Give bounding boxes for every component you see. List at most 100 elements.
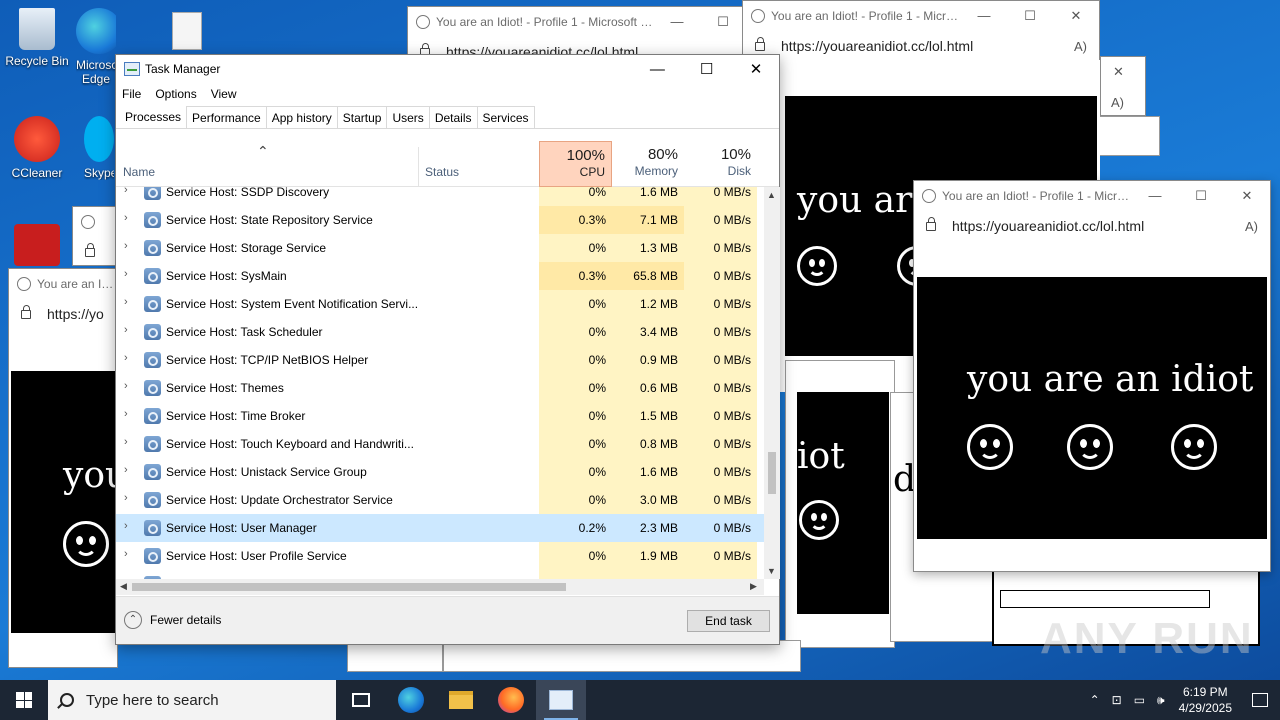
tab-processes[interactable]: Processes xyxy=(119,104,188,128)
minimize-button[interactable]: — xyxy=(961,8,1007,24)
address-bar[interactable]: https://youareanidiot.cc/lol.html xyxy=(952,218,1245,234)
menu-file[interactable]: File xyxy=(122,87,141,101)
table-row[interactable]: › Service Host: Storage Service 0% 1.3 MB 0 … xyxy=(116,234,764,262)
tab-performance[interactable]: Performance xyxy=(186,106,267,128)
table-row[interactable]: › Service Host: User Profile Service 0% 1.9… xyxy=(116,542,764,570)
maximize-button[interactable]: ☐ xyxy=(1007,8,1053,24)
volume-icon[interactable]: 🕪 xyxy=(1157,693,1165,708)
minimize-button[interactable]: — xyxy=(654,14,700,30)
clock[interactable]: 6:19 PM 4/29/2025 xyxy=(1179,684,1232,716)
vertical-scrollbar[interactable]: ▲ ▼ xyxy=(764,187,780,579)
shortcut-label: Recycle Bin xyxy=(5,54,69,68)
table-row[interactable]: › Service Host: State Repository Service 0… xyxy=(116,206,764,234)
firefox-button[interactable] xyxy=(486,680,536,720)
task-view-button[interactable] xyxy=(336,680,386,720)
expand-chevron-icon[interactable]: › xyxy=(124,520,128,532)
expand-chevron-icon[interactable]: › xyxy=(124,187,128,196)
tab-users[interactable]: Users xyxy=(386,106,430,128)
table-row[interactable]: › Service Host: Unistack Service Group 0% 1… xyxy=(116,458,764,486)
browser-window[interactable]: You are an Idiot https://yo you xyxy=(8,268,118,668)
maximize-button[interactable]: ☐ xyxy=(1178,188,1224,204)
tab-startup[interactable]: Startup xyxy=(336,106,388,128)
table-row[interactable]: › Service Host: TCP/IP NetBIOS Helper 0% 0.… xyxy=(116,346,764,374)
end-task-button[interactable]: End task xyxy=(687,610,770,632)
expand-chevron-icon[interactable]: › xyxy=(124,408,128,420)
minimize-button[interactable]: — xyxy=(1132,188,1178,204)
address-bar[interactable]: https://yo xyxy=(47,306,105,322)
cpu-value: 0.2% xyxy=(539,514,612,542)
column-disk[interactable]: 10% Disk xyxy=(684,141,757,187)
expand-chevron-icon[interactable]: › xyxy=(124,352,128,364)
address-bar[interactable]: https://youareanidiot.cc/lol.html xyxy=(781,38,1074,54)
table-row[interactable]: › Service Host: SysMain 0.3% 65.8 MB 0 MB/s xyxy=(116,262,764,290)
file-icon[interactable] xyxy=(172,12,202,50)
scroll-thumb[interactable] xyxy=(132,583,566,591)
expand-chevron-icon[interactable]: › xyxy=(124,296,128,308)
ccleaner-shortcut[interactable]: CCleaner xyxy=(0,116,74,180)
skype-shortcut[interactable]: Skype xyxy=(84,116,114,180)
task-manager-window[interactable]: Task Manager — ☐ ✕ File Options View Pro… xyxy=(115,54,780,645)
table-row[interactable]: › Service Host: Themes 0% 0.6 MB 0 MB/s xyxy=(116,374,764,402)
expand-chevron-icon[interactable]: › xyxy=(124,324,128,336)
minimize-button[interactable]: — xyxy=(634,61,680,78)
memory-value: 1.9 MB xyxy=(612,542,684,570)
expand-chevron-icon[interactable]: › xyxy=(124,212,128,224)
menu-options[interactable]: Options xyxy=(155,87,196,101)
table-row-selected[interactable]: › Service Host: User Manager 0.2% 2.3 MB 0 M… xyxy=(116,514,764,542)
notification-button[interactable] xyxy=(1240,680,1280,720)
column-cpu[interactable]: 100% CPU xyxy=(539,141,612,187)
table-row[interactable]: › Service Host: Touch Keyboard and Handwr… xyxy=(116,430,764,458)
browser-window[interactable]: iot xyxy=(797,392,889,614)
chevron-up-icon[interactable]: ⌃ xyxy=(1090,693,1100,707)
table-row[interactable]: › Service Host: System Event Notification… xyxy=(116,290,764,318)
browser-window[interactable]: ✕ A) xyxy=(1100,56,1146,116)
scroll-left-arrow-icon[interactable]: ◀ xyxy=(120,581,127,592)
expand-chevron-icon[interactable]: › xyxy=(124,380,128,392)
close-button[interactable]: ✕ xyxy=(733,60,779,78)
security-icon[interactable]: ⊡ xyxy=(1112,693,1122,707)
scroll-down-arrow-icon[interactable]: ▼ xyxy=(767,566,776,576)
table-row[interactable]: › Service Host: Update Orchestrator Servi… xyxy=(116,486,764,514)
expand-chevron-icon[interactable]: › xyxy=(124,240,128,252)
maximize-button[interactable]: ☐ xyxy=(700,14,746,30)
tab-services[interactable]: Services xyxy=(476,106,535,128)
read-aloud-icon[interactable]: A) xyxy=(1245,219,1258,234)
maximize-button[interactable]: ☐ xyxy=(684,60,730,78)
expand-chevron-icon[interactable]: › xyxy=(124,268,128,280)
scroll-thumb[interactable] xyxy=(768,452,776,494)
close-button[interactable]: ✕ xyxy=(1113,64,1124,80)
tab-details[interactable]: Details xyxy=(428,106,478,128)
table-row[interactable]: › Service Host: Task Scheduler 0% 3.4 MB 0 M… xyxy=(116,318,764,346)
scroll-up-arrow-icon[interactable]: ▲ xyxy=(767,190,776,200)
scroll-right-arrow-icon[interactable]: ▶ xyxy=(750,581,757,592)
file-explorer-button[interactable] xyxy=(436,680,486,720)
expand-chevron-icon[interactable]: › xyxy=(124,464,128,476)
task-manager-taskbar-button[interactable] xyxy=(536,680,586,720)
title-bar[interactable]: Task Manager — ☐ ✕ xyxy=(116,55,779,83)
menu-view[interactable]: View xyxy=(211,87,237,101)
edge-shortcut[interactable]: Microsoft Edge xyxy=(76,8,116,86)
acrobat-icon[interactable] xyxy=(14,224,60,266)
close-button[interactable]: ✕ xyxy=(1053,8,1099,24)
tab-app-history[interactable]: App history xyxy=(265,106,338,128)
expand-chevron-icon[interactable]: › xyxy=(124,492,128,504)
memory-total: 80% xyxy=(647,146,678,163)
start-button[interactable] xyxy=(0,680,48,720)
read-aloud-icon[interactable]: A) xyxy=(1111,95,1124,110)
column-memory[interactable]: 80% Memory xyxy=(612,141,684,187)
expand-chevron-icon[interactable]: › xyxy=(124,436,128,448)
close-button[interactable]: ✕ xyxy=(1224,188,1270,204)
edge-taskbar-button[interactable] xyxy=(386,680,436,720)
expand-chevron-icon[interactable]: › xyxy=(124,548,128,560)
table-row[interactable] xyxy=(116,570,764,579)
search-box[interactable]: Type here to search xyxy=(48,680,336,720)
table-row[interactable]: › Service Host: Time Broker 0% 1.5 MB 0 MB/s xyxy=(116,402,764,430)
recycle-bin-shortcut[interactable]: Recycle Bin xyxy=(0,8,74,68)
fewer-details-button[interactable]: ⌃ Fewer details xyxy=(124,611,221,629)
network-icon[interactable]: ▭ xyxy=(1134,693,1145,707)
horizontal-scrollbar[interactable]: ◀ ▶ xyxy=(116,579,764,595)
read-aloud-icon[interactable]: A) xyxy=(1074,39,1087,54)
browser-window[interactable]: You are an Idiot! - Profile 1 - Micro...… xyxy=(742,0,1100,64)
table-row[interactable]: › Service Host: SSDP Discovery 0% 1.6 MB 0 M… xyxy=(116,187,764,206)
browser-window-front[interactable]: You are an Idiot! - Profile 1 - Micro...… xyxy=(913,180,1271,572)
